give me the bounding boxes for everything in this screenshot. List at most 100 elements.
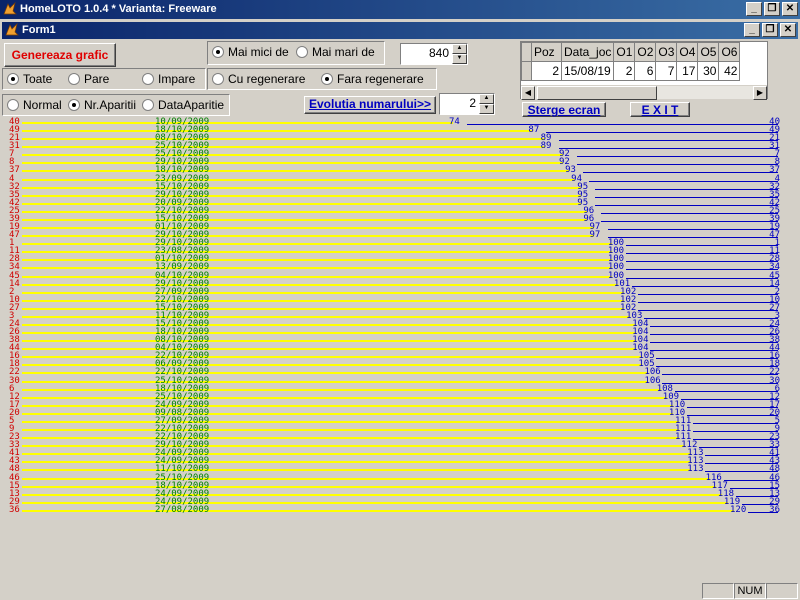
evolution-button[interactable]: Evolutia numarului>> <box>304 96 436 114</box>
grid-cell[interactable]: 17 <box>676 61 699 81</box>
radio-normal[interactable]: Normal <box>7 98 62 112</box>
frequency-chart: 40 10/09/2009 74 40 49 18/10/2009 87 49 21 08/10/… <box>0 118 800 516</box>
chart-blue-bar <box>705 463 778 465</box>
app-minimize-button[interactable]: _ <box>746 2 762 16</box>
grid-cell[interactable]: 6 <box>634 61 657 81</box>
status-bar: NUM <box>0 580 800 600</box>
grid-indicator <box>521 42 532 62</box>
grid-header[interactable]: Data_joc <box>560 42 615 62</box>
evolution-value: 2 <box>469 96 476 110</box>
form-minimize-button[interactable]: _ <box>744 23 760 37</box>
chart-yellow-bar <box>22 348 637 351</box>
chart-yellow-bar <box>22 259 612 262</box>
chart-yellow-bar <box>22 437 680 440</box>
grid-header[interactable]: O3 <box>655 42 678 62</box>
table-row[interactable]: 2 15/08/19 2 6 7 17 30 42 <box>521 61 741 81</box>
app-close-button[interactable]: ✕ <box>782 2 798 16</box>
chart-yellow-bar <box>22 130 533 133</box>
generate-chart-button[interactable]: Genereaza grafic <box>4 43 116 67</box>
chart-blue-bar <box>625 253 778 255</box>
evolution-spinner[interactable]: 2 ▲ ▼ <box>439 93 495 115</box>
chart-yellow-bar <box>22 122 453 124</box>
scroll-left-icon[interactable]: ◀ <box>521 86 535 100</box>
chart-count-label: 87 <box>528 125 540 136</box>
grid-header[interactable]: O6 <box>718 42 741 62</box>
radio-greater-than[interactable]: Mai mari de <box>296 45 375 59</box>
chart-blue-bar <box>693 439 778 441</box>
grid-vertical-scrollbar[interactable] <box>768 41 782 99</box>
chart-blue-bar <box>638 309 778 311</box>
grid-horizontal-scrollbar[interactable]: ◀ ▶ <box>521 85 767 100</box>
chart-yellow-bar <box>22 146 545 149</box>
chart-blue-bar <box>607 237 778 239</box>
chart-yellow-bar <box>22 380 649 383</box>
threshold-value: 840 <box>428 46 449 60</box>
chart-yellow-bar <box>22 291 625 294</box>
grid-cell[interactable]: 42 <box>718 61 741 81</box>
radio-label: Mai mari de <box>312 45 375 59</box>
chart-yellow-bar <box>22 227 594 230</box>
chart-blue-bar <box>693 431 778 433</box>
chart-yellow-bar <box>22 461 692 464</box>
chart-yellow-bar <box>22 477 710 480</box>
grid-header[interactable]: Poz <box>531 42 562 62</box>
form-close-button[interactable]: ✕ <box>780 23 796 37</box>
chart-yellow-bar <box>22 493 722 496</box>
grid-header[interactable]: O2 <box>634 42 657 62</box>
chart-blue-bar <box>601 220 778 222</box>
chart-yellow-bar <box>22 412 673 415</box>
grid-indicator <box>521 61 532 81</box>
chart-blue-bar <box>644 317 778 319</box>
grid-cell[interactable]: 2 <box>531 61 562 81</box>
grid-cell[interactable]: 15/08/19 <box>560 61 615 81</box>
radio-label: DataAparitie <box>158 98 225 112</box>
chart-yellow-bar <box>22 404 673 407</box>
spin-up-icon[interactable]: ▲ <box>479 94 494 104</box>
chart-yellow-bar <box>22 485 716 488</box>
chart-count-label: 113 <box>687 464 704 475</box>
status-panel <box>702 583 734 599</box>
chart-blue-bar <box>558 140 778 142</box>
radio-all[interactable]: Toate <box>7 72 52 86</box>
radio-data-aparitie[interactable]: DataAparitie <box>142 98 224 112</box>
radio-odd[interactable]: Impare <box>142 72 195 86</box>
spin-down-icon[interactable]: ▼ <box>479 104 494 114</box>
chart-count-label: 97 <box>589 230 601 241</box>
spin-down-icon[interactable]: ▼ <box>452 54 467 64</box>
grid-cell[interactable]: 2 <box>613 61 636 81</box>
chart-blue-bar <box>638 301 778 303</box>
chart-blue-bar <box>595 188 778 190</box>
chart-yellow-bar <box>22 356 643 359</box>
radio-less-than[interactable]: Mai mici de <box>212 45 289 59</box>
chart-blue-bar <box>680 398 778 400</box>
chart-yellow-bar <box>22 453 692 456</box>
radio-without-regen[interactable]: Fara regenerare <box>321 72 424 86</box>
chart-blue-bar <box>546 132 778 134</box>
grid-header[interactable]: O4 <box>676 42 699 62</box>
grid-cell[interactable]: 30 <box>697 61 720 81</box>
chart-blue-bar <box>656 358 778 360</box>
spin-up-icon[interactable]: ▲ <box>452 44 467 54</box>
threshold-spinner[interactable]: 840 ▲ ▼ <box>400 43 468 65</box>
chart-blue-bar <box>656 366 778 368</box>
clear-screen-button[interactable]: Sterge ecran <box>522 102 606 117</box>
chart-yellow-bar <box>22 194 582 197</box>
chart-blue-bar <box>467 124 778 125</box>
radio-nr-aparitii[interactable]: Nr.Aparitii <box>68 98 136 112</box>
grid-header[interactable]: O5 <box>697 42 720 62</box>
radio-dot <box>212 46 224 58</box>
grid-header-row: Poz Data_joc O1 O2 O3 O4 O5 O6 <box>521 42 741 62</box>
grid-header[interactable]: O1 <box>613 42 636 62</box>
chart-blue-bar <box>705 455 778 457</box>
chart-blue-bar <box>607 229 778 231</box>
form-restore-button[interactable]: ❐ <box>762 23 778 37</box>
app-restore-button[interactable]: ❐ <box>764 2 780 16</box>
chart-yellow-bar <box>22 202 582 205</box>
scroll-right-icon[interactable]: ▶ <box>753 86 767 100</box>
exit-button[interactable]: E X I T <box>630 102 690 117</box>
radio-with-regen[interactable]: Cu regenerare <box>212 72 305 86</box>
chart-row: 36 27/08/2009 120 36 <box>0 505 800 516</box>
grid-cell[interactable]: 7 <box>655 61 678 81</box>
radio-even[interactable]: Pare <box>68 72 109 86</box>
scroll-thumb[interactable] <box>537 86 657 100</box>
